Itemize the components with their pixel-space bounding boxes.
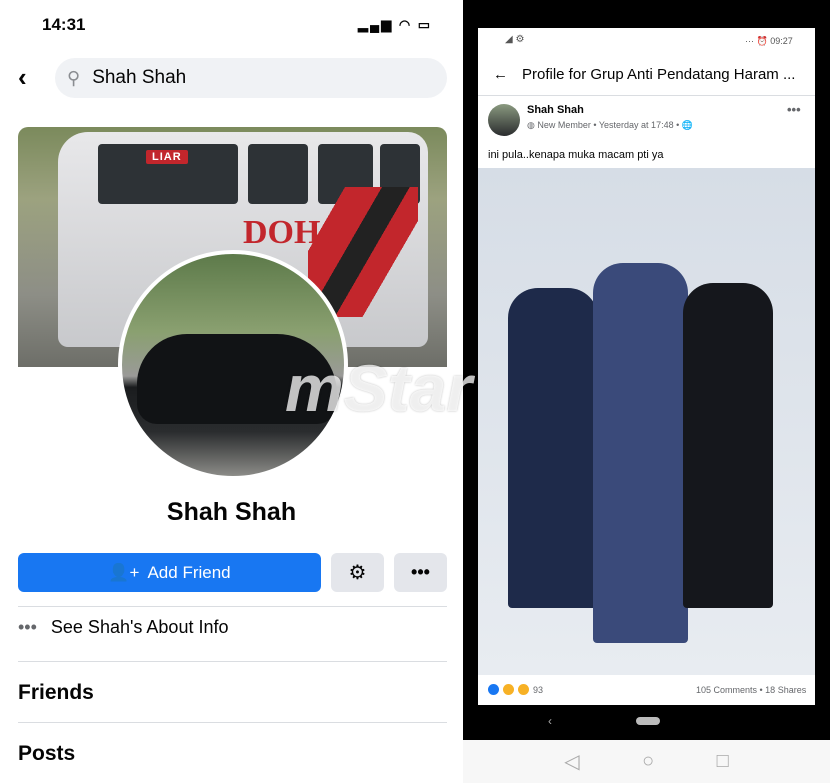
comments-shares[interactable]: 105 Comments • 18 Shares (696, 685, 806, 695)
wow-icon (518, 684, 529, 695)
reactions[interactable]: 93 (488, 684, 543, 695)
search-value: Shah Shah (92, 67, 187, 88)
more-button[interactable]: ••• (394, 553, 447, 592)
header-title: Profile for Grup Anti Pendatang Haram ..… (522, 66, 796, 83)
like-icon (488, 684, 499, 695)
post-text: ini pula..kenapa muka macam pti ya (488, 149, 664, 161)
gear-icon: ⚙ (348, 562, 367, 584)
posts-heading[interactable]: Posts (18, 742, 75, 766)
home-pill[interactable] (636, 717, 660, 725)
person-left (508, 288, 598, 608)
divider (18, 606, 447, 607)
back-arrow-icon[interactable]: ← (493, 66, 508, 83)
add-friend-label: Add Friend (147, 562, 231, 582)
status-right: ··· ⏰ 09:27 (745, 36, 793, 46)
post-author[interactable]: Shah Shah (527, 104, 584, 116)
post-photo[interactable] (478, 168, 815, 675)
recent-square-icon[interactable]: □ (717, 750, 729, 773)
post-meta: ◍ New Member • Yesterday at 17:48 • 🌐 (527, 120, 693, 130)
van-windshield-sign: LIAR (146, 150, 188, 164)
nav-back-icon[interactable]: ‹ (548, 714, 552, 728)
system-nav-bar: ◁ ○ □ (463, 740, 830, 783)
person-right (683, 283, 773, 608)
settings-button[interactable]: ⚙ (331, 553, 384, 592)
divider (18, 661, 447, 662)
search-icon: ⚲ (67, 67, 81, 88)
person-middle (593, 263, 688, 643)
home-circle-icon[interactable]: ○ (642, 750, 654, 773)
status-left: ◢ ⚙ (505, 34, 525, 45)
watermark: mStar (285, 351, 473, 425)
haha-icon (503, 684, 514, 695)
avatar[interactable] (488, 104, 520, 136)
status-icons: ▂▄▆ ◠ ▭ (358, 17, 433, 32)
divider (18, 722, 447, 723)
friends-heading[interactable]: Friends (18, 681, 94, 705)
profile-name: Shah Shah (166, 498, 297, 526)
add-friend-button[interactable]: 👤+ Add Friend (18, 553, 321, 592)
about-label: See Shah's About Info (50, 617, 229, 637)
post-more-icon[interactable]: ••• (787, 102, 801, 117)
back-button[interactable]: ‹ (18, 62, 27, 93)
more-icon: ••• (411, 562, 430, 582)
status-time: 14:31 (42, 15, 86, 34)
back-triangle-icon[interactable]: ◁ (564, 749, 579, 774)
header: ← Profile for Grup Anti Pendatang Haram … (493, 66, 795, 83)
search-input[interactable]: ⚲ Shah Shah (55, 58, 447, 98)
add-friend-icon: 👤+ (108, 562, 140, 582)
about-info-link[interactable]: ••• See Shah's About Info (18, 617, 228, 638)
van-text: DOHC (243, 214, 345, 251)
divider (478, 95, 815, 96)
reaction-count: 93 (533, 684, 544, 695)
more-icon: ••• (18, 617, 37, 637)
